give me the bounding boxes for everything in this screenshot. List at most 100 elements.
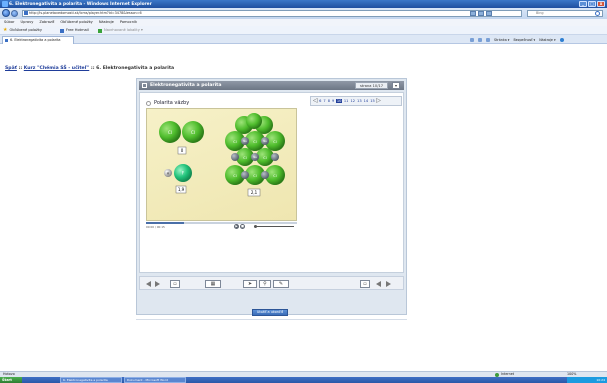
display-mode-button[interactable]: ▦ [205,280,221,288]
stop-button[interactable]: ■ [240,224,245,229]
tab-row: 6. Elektronegativita a polarita Stránka … [0,35,607,44]
ie-logo-icon [2,1,8,7]
player-controls: 00:00 / 00:15 ▶ ■ [146,222,297,232]
tab-favicon-icon [5,39,8,42]
favorite-label: Free Hotmail [66,28,89,32]
save-and-exit-button[interactable]: Uložiť a ukončiť [252,309,288,316]
minimize-button[interactable]: _ [579,1,587,7]
favorite-link-suggested[interactable]: Navrhované lokality ▾ [98,26,143,35]
search-input[interactable]: Bing [527,10,603,17]
atom-label: Cl [168,130,172,135]
taskbar-item[interactable]: Dokument - Microsoft Word [124,377,186,383]
atom-label: Na [263,139,267,143]
menu-item-edit[interactable]: Úpravy [21,19,34,26]
bond-polarity-animation[interactable]: Cl Cl 0 H F 1,9 Cl Cl Cl Cl Cl Cl Cl Cl … [146,108,297,221]
bullet-icon [146,100,151,106]
search-icon[interactable] [595,11,600,16]
nacl-lattice: Cl Cl Cl Cl Cl Cl Cl Cl Na Na Na [225,113,285,185]
step-dropdown[interactable]: ▾ [392,82,400,89]
pager-page[interactable]: 13 [357,99,363,103]
pager-page[interactable]: 11 [343,99,349,103]
compatibility-icon[interactable] [470,11,476,16]
lesson-player: Elektronegativita a polarita strana 10/1… [136,78,407,315]
tools-menu[interactable]: Nástroje ▾ [539,37,555,43]
pager-page[interactable]: 7 [323,99,326,103]
suggested-sites-icon [98,28,102,33]
home-icon [470,38,474,42]
help-button[interactable] [559,37,564,43]
course-link[interactable]: Kurz "Chémia SŠ - učiteľ" [24,66,90,71]
menu-item-favorites[interactable]: Obľúbené položky [60,19,93,26]
pager-page[interactable]: 14 [363,99,369,103]
atom-label: Cl [233,174,236,178]
pager-page[interactable]: 12 [350,99,356,103]
page-menu[interactable]: Stránka ▾ [494,37,509,43]
menu-item-file[interactable]: Súbor [4,19,15,26]
feeds-button[interactable] [478,37,482,43]
pager-page[interactable]: 15 [370,99,376,103]
atom-label: Cl [191,130,195,135]
pager-page[interactable]: 6 [319,99,322,103]
volume-slider[interactable] [254,225,294,228]
slide-panel: Polarita väzby ◁ 6 7 8 9 10 11 12 13 14 … [139,92,404,273]
taskbar-item[interactable]: 6. Elektronegativita a polarita [60,377,122,383]
status-text: Hotovo [3,372,15,376]
atom-label: Cl [263,156,266,160]
atom-label: Cl [273,174,276,178]
favorite-link-hotmail[interactable]: Free Hotmail [60,26,89,35]
playback-progress[interactable] [146,222,297,224]
fullscreen-button[interactable]: ▫ [360,280,370,288]
menu-bar: Súbor Úpravy Zobraziť Obľúbené položky N… [0,19,607,26]
back-link[interactable]: Späť [5,66,17,71]
menu-item-help[interactable]: Pomocník [120,19,137,26]
volume-knob[interactable] [254,225,257,228]
prev-slide-icon[interactable] [146,281,151,287]
forward-button[interactable] [11,10,18,17]
atom-label: Cl [243,156,246,160]
taskbar: Štart 6. Elektronegativita a polarita Do… [0,377,607,383]
next-page-icon[interactable] [386,281,391,287]
pager-page[interactable]: 8 [327,99,330,103]
page-favicon-icon [24,11,28,15]
pager-page-current[interactable]: 10 [335,99,343,103]
maximize-button[interactable]: □ [588,1,596,7]
en-difference-hf: 1,9 [178,187,185,192]
back-button[interactable] [2,9,10,17]
prev-page-icon[interactable] [376,281,381,287]
playback-progress-fill [146,222,184,224]
atom-label: Na [243,139,247,143]
pager-page[interactable]: 9 [332,99,335,103]
pointer-tool-button[interactable]: ➤ [243,280,257,288]
next-slide-icon[interactable] [155,281,160,287]
menu-item-tools[interactable]: Nástroje [99,19,114,26]
tab-lesson[interactable]: 6. Elektronegativita a polarita [2,36,74,44]
breadcrumb-separator: :: [16,66,24,71]
stop-icon[interactable] [486,11,492,16]
en-difference-clcl: 0 [181,148,184,153]
print-button[interactable] [486,37,490,43]
pager-next-icon[interactable]: ▷ [376,98,381,104]
favorites-bar: ★ Obľúbené položky Free Hotmail Navrhova… [0,26,607,35]
favorites-button[interactable]: ★ Obľúbené položky [3,26,42,35]
home-button[interactable] [470,37,474,43]
command-bar: Stránka ▾ Bezpečnosť ▾ Nástroje ▾ [470,37,564,43]
address-input[interactable]: http://is.planetavedomosti.sk/lcms/playe… [22,10,522,17]
atom-label: Cl [253,140,256,144]
atom-label: H [167,172,170,176]
menu-item-view[interactable]: Zobraziť [39,19,54,26]
zoom-out-button[interactable]: ▫ [170,280,180,288]
favorite-label: Navrhované lokality ▾ [104,28,143,32]
pager-prev-icon[interactable]: ◁ [313,98,318,104]
step-indicator: strana 10/17 [355,82,388,89]
clock[interactable]: 10:24 [596,378,605,382]
highlighter-tool-button[interactable]: ✎ [273,280,289,288]
safety-menu[interactable]: Bezpečnosť ▾ [513,37,535,43]
print-icon [486,38,490,42]
tab-label: 6. Elektronegativita a polarita [10,38,61,42]
refresh-icon[interactable] [478,11,484,16]
magnifier-icon[interactable]: ⚲ [259,280,271,288]
close-button[interactable]: x [597,1,605,7]
play-button[interactable]: ▶ [234,224,239,229]
start-button[interactable]: Štart [0,377,22,383]
section-title-text: Polarita väzby [154,100,190,106]
